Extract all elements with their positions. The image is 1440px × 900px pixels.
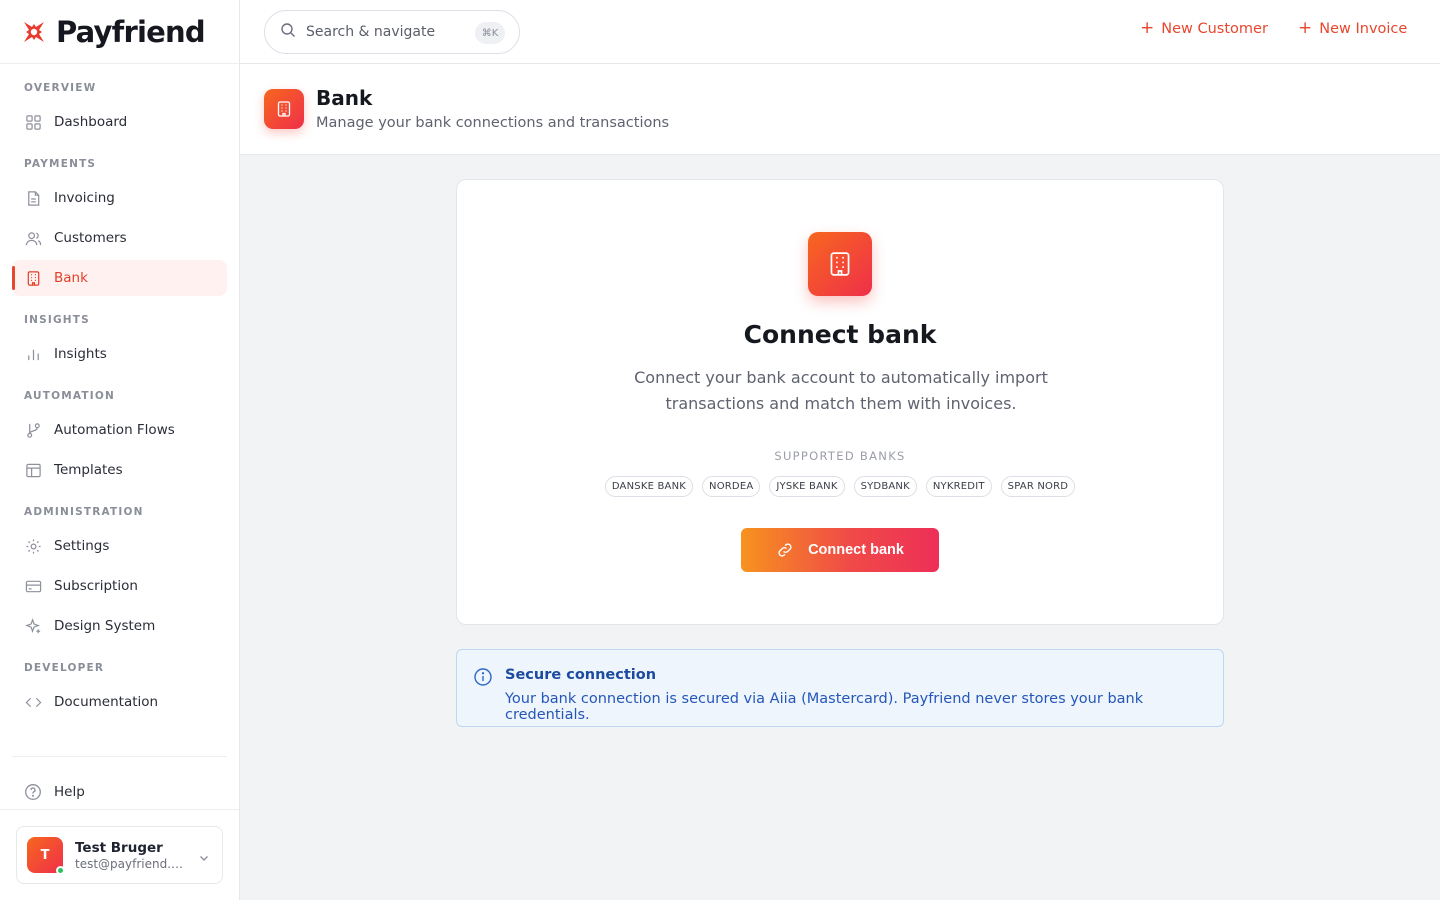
- sidebar-item-help[interactable]: Help: [12, 774, 227, 810]
- user-email: test@payfriend.t...: [75, 856, 185, 871]
- gear-icon: [24, 537, 42, 555]
- page-subtitle: Manage your bank connections and transac…: [316, 115, 670, 131]
- sidebar-item-label: Dashboard: [54, 114, 128, 130]
- bank-chip: NYKREDIT: [925, 476, 992, 497]
- sidebar-item-subscription[interactable]: Subscription: [12, 568, 227, 604]
- divider: [12, 756, 227, 757]
- connect-bank-title: Connect bank: [743, 320, 937, 349]
- building-icon: [808, 232, 872, 296]
- section-payments: PAYMENTS: [24, 158, 97, 170]
- sidebar-item-documentation[interactable]: Documentation: [12, 684, 227, 720]
- sidebar-item-automation-flows[interactable]: Automation Flows: [12, 412, 227, 448]
- section-insights: INSIGHTS: [24, 314, 90, 326]
- secure-connection-notice: Secure connection Your bank connection i…: [456, 649, 1224, 727]
- notice-title: Secure connection: [505, 667, 657, 683]
- section-developer: DEVELOPER: [24, 662, 105, 674]
- avatar-initial: T: [40, 847, 50, 863]
- user-name: Test Bruger: [75, 839, 163, 856]
- chevron-down-icon: [198, 849, 210, 868]
- brand[interactable]: Payfriend: [0, 0, 239, 64]
- sidebar-item-templates[interactable]: Templates: [12, 452, 227, 488]
- user-menu[interactable]: T Test Bruger test@payfriend.t...: [16, 826, 223, 884]
- sidebar-item-insights[interactable]: Insights: [12, 336, 227, 372]
- layout-icon: [24, 461, 42, 479]
- sidebar-item-invoicing[interactable]: Invoicing: [12, 180, 227, 216]
- topbar: Search & navigate ⌘K + New Customer + Ne…: [240, 0, 1440, 64]
- sidebar-item-label: Design System: [54, 618, 156, 634]
- online-status-indicator: [56, 866, 65, 875]
- grid-icon: [24, 113, 42, 131]
- link-icon: [776, 541, 794, 559]
- new-invoice-button[interactable]: + New Invoice: [1298, 20, 1407, 37]
- bank-chip: DANSKE BANK: [604, 476, 694, 497]
- help-circle-icon: [24, 783, 42, 801]
- sparkle-icon: [24, 617, 42, 635]
- credit-card-icon: [24, 577, 42, 595]
- sidebar-item-bank[interactable]: Bank: [12, 260, 227, 296]
- connect-bank-card: Connect bank Connect your bank account t…: [456, 179, 1224, 625]
- sidebar-item-label: Subscription: [54, 578, 138, 594]
- payfriend-logo-icon: [24, 21, 44, 42]
- sidebar-item-dashboard[interactable]: Dashboard: [12, 104, 227, 140]
- sidebar-item-label: Documentation: [54, 694, 159, 710]
- supported-banks-list: DANSKE BANK NORDEA JYSKE BANK SYDBANK NY…: [457, 476, 1223, 497]
- search-icon: [280, 22, 296, 42]
- supported-banks-label: SUPPORTED BANKS: [774, 449, 906, 463]
- new-customer-button[interactable]: + New Customer: [1140, 20, 1268, 37]
- sidebar-item-customers[interactable]: Customers: [12, 220, 227, 256]
- sidebar-nav: OVERVIEW Dashboard PAYMENTS Invoicing Cu…: [0, 64, 239, 720]
- sidebar-item-label: Invoicing: [54, 190, 115, 206]
- bank-chip: SPAR NORD: [1000, 476, 1076, 497]
- sidebar-item-settings[interactable]: Settings: [12, 528, 227, 564]
- section-overview: OVERVIEW: [24, 82, 97, 94]
- notice-text: Your bank connection is secured via Aiia…: [505, 691, 1144, 723]
- sidebar-item-label: Customers: [54, 230, 127, 246]
- sidebar-item-label: Templates: [54, 462, 123, 478]
- page-title: Bank: [316, 86, 373, 110]
- plus-icon: +: [1298, 18, 1313, 38]
- git-branch-icon: [24, 421, 42, 439]
- sidebar-item-label: Help: [54, 784, 85, 800]
- sidebar: Payfriend OVERVIEW Dashboard PAYMENTS In…: [0, 0, 240, 900]
- avatar: T: [27, 837, 65, 875]
- brand-name: Payfriend: [56, 14, 206, 49]
- keyboard-shortcut-badge: ⌘K: [475, 22, 505, 44]
- sidebar-item-label: Insights: [54, 346, 107, 362]
- sidebar-item-design-system[interactable]: Design System: [12, 608, 227, 644]
- section-automation: AUTOMATION: [24, 390, 115, 402]
- plus-icon: +: [1140, 18, 1155, 38]
- building-icon: [24, 269, 42, 287]
- section-administration: ADMINISTRATION: [24, 506, 144, 518]
- users-icon: [24, 229, 42, 247]
- search-placeholder: Search & navigate: [306, 24, 436, 40]
- building-icon: [264, 89, 304, 129]
- file-icon: [24, 189, 42, 207]
- connect-bank-button[interactable]: Connect bank: [741, 528, 939, 572]
- bank-chip: NORDEA: [702, 476, 761, 497]
- new-invoice-label: New Invoice: [1319, 20, 1408, 37]
- new-customer-label: New Customer: [1161, 20, 1268, 37]
- connect-bank-description: Connect your bank account to automatical…: [634, 368, 1048, 413]
- search-input[interactable]: Search & navigate ⌘K: [264, 10, 520, 54]
- bank-chip: JYSKE BANK: [769, 476, 845, 497]
- connect-bank-button-label: Connect bank: [808, 542, 904, 558]
- divider: [0, 809, 239, 810]
- code-icon: [24, 693, 42, 711]
- sidebar-item-label: Bank: [54, 270, 88, 286]
- info-icon: [473, 667, 493, 691]
- page-header: Bank Manage your bank connections and tr…: [240, 64, 1440, 155]
- bar-chart-icon: [24, 345, 42, 363]
- bank-chip: SYDBANK: [853, 476, 917, 497]
- sidebar-item-label: Settings: [54, 538, 110, 554]
- sidebar-item-label: Automation Flows: [54, 422, 175, 438]
